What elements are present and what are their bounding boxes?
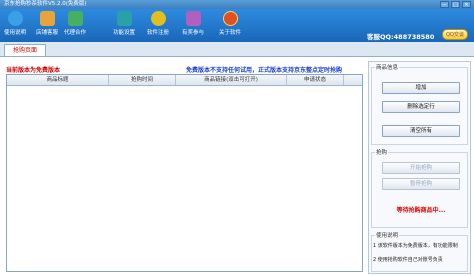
usage-title: 使用说明 [375,231,400,239]
toolbar-register-label: 软件注册 [146,30,169,36]
toolbar-prize-button[interactable]: 有奖参与 [180,10,206,36]
toolbar-about-button[interactable]: 关于软件 [217,10,243,36]
toolbar-agent-label: 代理合作 [63,30,86,36]
toolbar-settings-label: 功能设置 [112,30,135,36]
app-window: 京东抢购秒杀软件V5.2.0(免费版) — □ ✕ 使用说明 店铺客服 代理合作… [0,0,474,276]
column-header-status[interactable]: 申请状态 [287,75,344,85]
toolbar-agent-button[interactable]: 代理合作 [62,10,88,36]
gift-icon [185,11,201,26]
minimize-button[interactable]: — [440,1,449,8]
person-icon [39,11,55,26]
usage-group [371,235,468,272]
column-header-link[interactable]: 商品链接(双击可打开) [176,75,287,85]
rush-status-text: 等待抢购商品中... [396,207,446,214]
table-header: 商品标题 抢购时间 商品链接(双击可打开) 申请状态 [7,75,362,86]
tab-rush-page[interactable]: 抢购页面 [4,44,46,56]
toolbar-register-button[interactable]: 软件注册 [145,10,171,36]
toolbar: 使用说明 店铺客服 代理合作 功能设置 软件注册 有奖参与 关于软件 客服QQ:… [0,9,474,42]
goods-info-title: 商品信息 [375,63,400,71]
trial-notice: 免费版本不支持任何试用，正式版本支持京东整点定时抢购 [186,67,343,74]
seal-icon [222,11,238,26]
delete-selected-button[interactable]: 删除选定行 [382,101,460,113]
window-controls: — □ ✕ [440,1,471,8]
close-button[interactable]: ✕ [462,1,471,8]
monitor-icon [116,11,132,26]
column-header-title[interactable]: 商品标题 [7,75,109,85]
toolbar-usage-label: 使用说明 [3,30,26,36]
version-notice: 当前版本为免费版本 [6,67,61,74]
window-title: 京东抢购秒杀软件V5.2.0(免费版) [4,1,87,7]
start-rush-button[interactable]: 开始抢购 [382,162,460,174]
usage-line-1: 1 该软件版本为免费版本，有功能限制 [373,243,458,249]
pause-rush-button[interactable]: 暂停抢购 [382,178,460,190]
people-icon [67,11,83,26]
service-qq-text: 客服QQ:488738580 [367,33,435,41]
clear-all-button[interactable]: 清空所有 [382,125,460,137]
toolbar-service-button[interactable]: 店铺客服 [34,10,60,36]
add-button[interactable]: 增加 [382,82,460,94]
qq-chat-button[interactable]: QQ交谈 [442,29,468,40]
help-icon [7,11,23,26]
usage-line-2: 2 使用抢购软件自己对账号负责 [373,257,443,263]
title-bar: 京东抢购秒杀软件V5.2.0(免费版) — □ ✕ [0,0,474,9]
maximize-button[interactable]: □ [451,1,460,8]
toolbar-service-label: 店铺客服 [35,30,58,36]
toolbar-settings-button[interactable]: 功能设置 [111,10,137,36]
key-icon [150,11,166,26]
toolbar-prize-label: 有奖参与 [181,30,204,36]
tab-bar: 抢购页面 [0,42,474,57]
toolbar-about-label: 关于软件 [218,30,241,36]
rush-group-title: 抢购 [375,148,389,156]
toolbar-usage-button[interactable]: 使用说明 [2,10,28,36]
goods-table[interactable]: 商品标题 抢购时间 商品链接(双击可打开) 申请状态 [6,74,363,272]
column-header-time[interactable]: 抢购时间 [109,75,176,85]
